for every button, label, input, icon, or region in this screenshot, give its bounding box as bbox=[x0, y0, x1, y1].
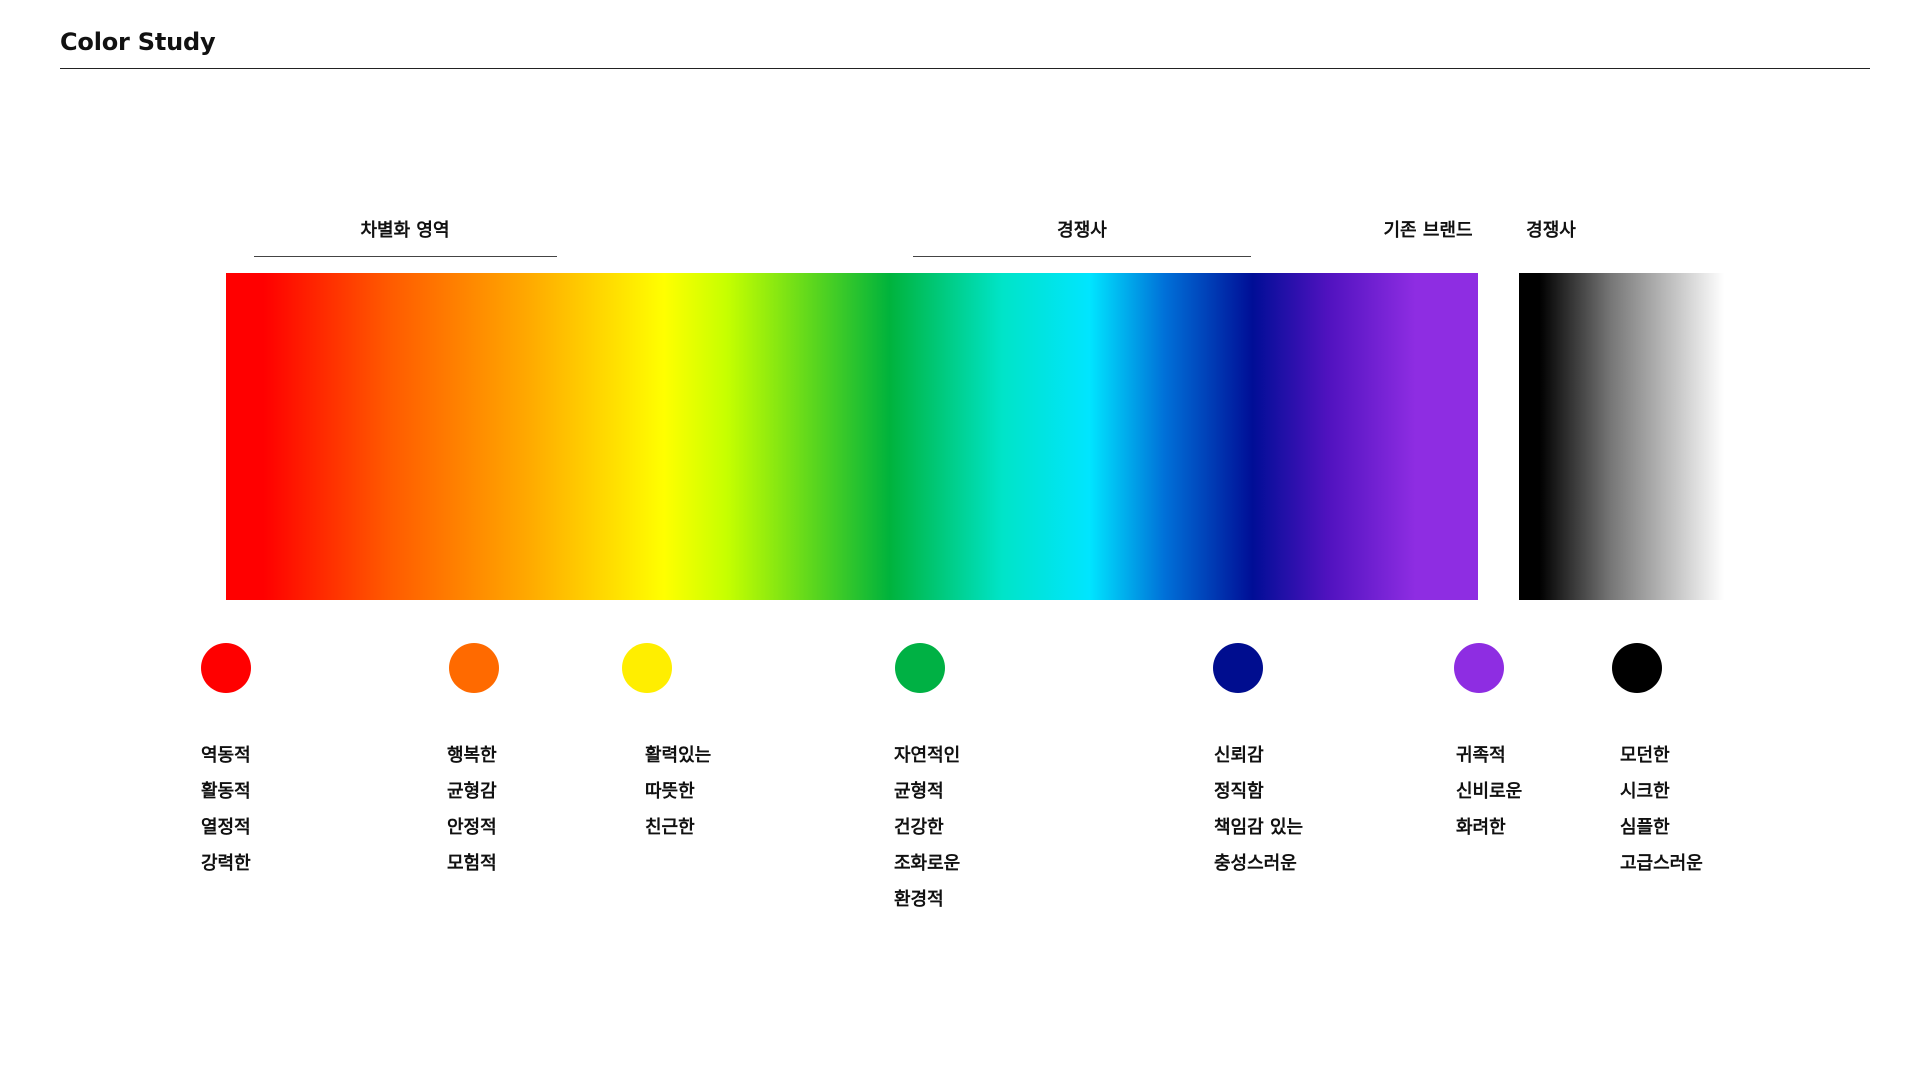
keyword: 충성스러운 bbox=[1214, 853, 1297, 874]
monochrome-gradient-bar bbox=[1519, 273, 1724, 600]
keyword: 강력한 bbox=[201, 853, 251, 874]
color-spectrum-bar bbox=[226, 273, 1478, 600]
keywords-purple: 귀족적 신비로운 화려한 bbox=[1456, 738, 1522, 846]
swatch-purple bbox=[1454, 643, 1504, 693]
keyword: 신비로운 bbox=[1456, 781, 1523, 802]
keyword: 열정적 bbox=[201, 817, 251, 838]
region-label-differentiation: 차별화 영역 bbox=[360, 220, 450, 241]
keywords-orange: 행복한 균형감 안정적 모험적 bbox=[447, 738, 497, 882]
keyword: 심플한 bbox=[1620, 817, 1670, 838]
keywords-red: 역동적 활동적 열정적 강력한 bbox=[201, 738, 251, 882]
keyword: 모험적 bbox=[447, 853, 497, 874]
keyword: 조화로운 bbox=[894, 853, 961, 874]
keyword: 정직함 bbox=[1214, 781, 1264, 802]
swatch-green bbox=[895, 643, 945, 693]
keyword: 자연적인 bbox=[894, 745, 961, 766]
keyword: 귀족적 bbox=[1456, 745, 1506, 766]
keyword: 활력있는 bbox=[645, 745, 712, 766]
keyword: 활동적 bbox=[201, 781, 251, 802]
keyword: 화려한 bbox=[1456, 817, 1506, 838]
region-underline-differentiation bbox=[254, 256, 557, 257]
keyword: 역동적 bbox=[201, 745, 251, 766]
keyword: 환경적 bbox=[894, 889, 944, 910]
keyword: 균형감 bbox=[447, 781, 497, 802]
keyword: 안정적 bbox=[447, 817, 497, 838]
keywords-yellow: 활력있는 따뜻한 친근한 bbox=[645, 738, 711, 846]
keyword: 고급스러운 bbox=[1620, 853, 1703, 874]
swatch-yellow bbox=[622, 643, 672, 693]
region-underline-competitor bbox=[913, 256, 1251, 257]
swatch-orange bbox=[449, 643, 499, 693]
keyword: 시크한 bbox=[1620, 781, 1670, 802]
swatch-navy bbox=[1213, 643, 1263, 693]
swatch-black bbox=[1612, 643, 1662, 693]
region-label-competitor-mono: 경쟁사 bbox=[1526, 220, 1576, 241]
keyword: 책임감 있는 bbox=[1214, 817, 1304, 838]
keyword: 친근한 bbox=[645, 817, 695, 838]
keyword: 균형적 bbox=[894, 781, 944, 802]
keyword: 행복한 bbox=[447, 745, 497, 766]
keyword: 따뜻한 bbox=[645, 781, 695, 802]
keywords-black: 모던한 시크한 심플한 고급스러운 bbox=[1620, 738, 1703, 882]
keyword: 신뢰감 bbox=[1214, 745, 1264, 766]
region-label-existing-brand: 기존 브랜드 bbox=[1383, 220, 1473, 241]
keywords-green: 자연적인 균형적 건강한 조화로운 환경적 bbox=[894, 738, 960, 918]
region-label-competitor: 경쟁사 bbox=[1057, 220, 1107, 241]
keyword: 건강한 bbox=[894, 817, 944, 838]
keywords-navy: 신뢰감 정직함 책임감 있는 충성스러운 bbox=[1214, 738, 1303, 882]
keyword: 모던한 bbox=[1620, 745, 1670, 766]
swatch-red bbox=[201, 643, 251, 693]
title-divider bbox=[60, 68, 1870, 69]
page-title: Color Study bbox=[60, 28, 216, 56]
